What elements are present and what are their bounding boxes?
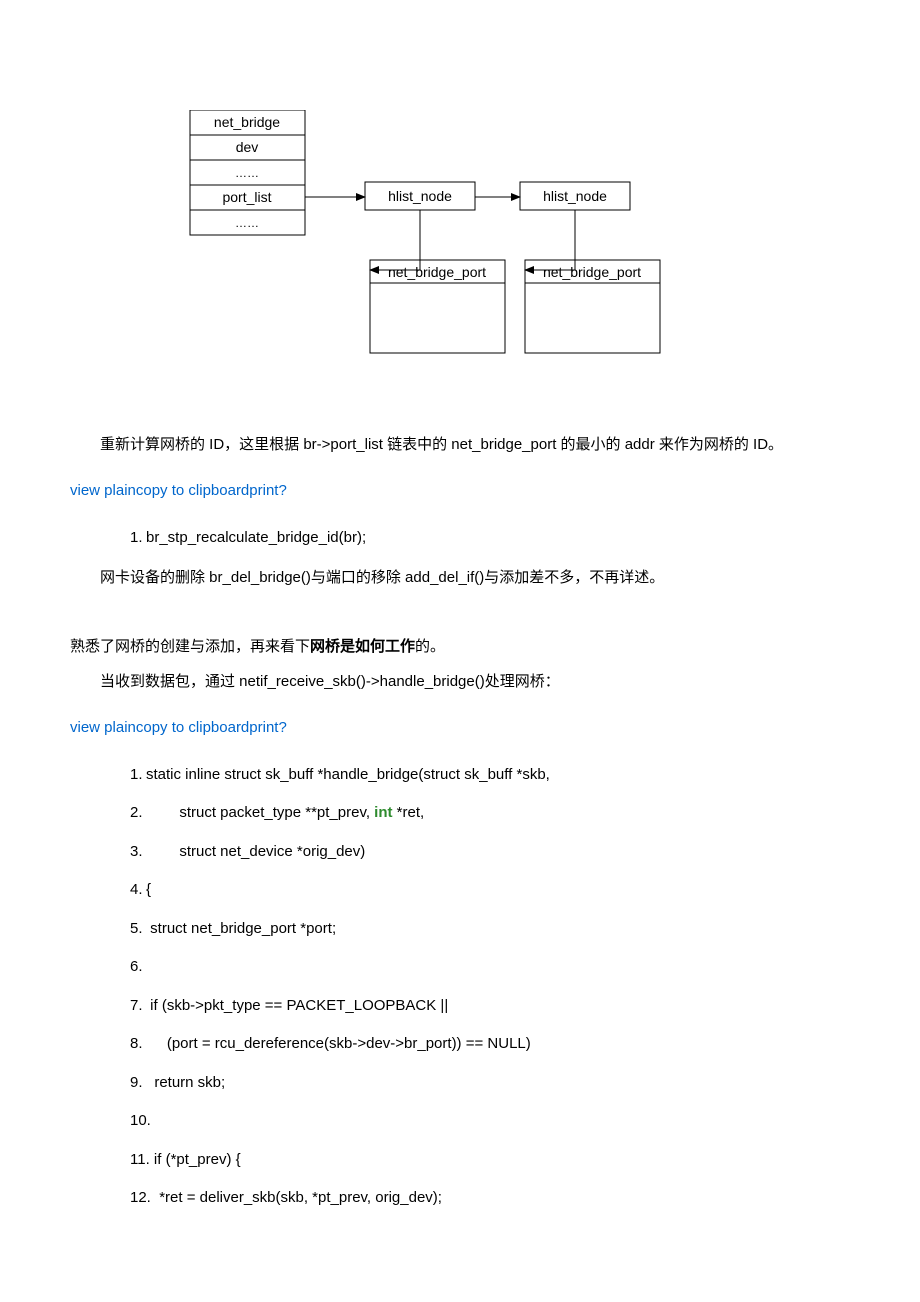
toolbar-links-1: view plaincopy to clipboardprint? — [70, 477, 850, 506]
code-text: *ret, — [393, 804, 433, 821]
paragraph-howworks: 熟悉了网桥的创建与添加，再来看下网桥是如何工作的。 — [70, 633, 850, 662]
link-print[interactable]: print — [249, 482, 278, 499]
code-text: { — [146, 881, 159, 898]
keyword-int: int — [374, 804, 392, 821]
code-text: if (*pt_prev) { — [150, 1151, 249, 1168]
data-structure-diagram: net_bridge dev …… port_list …… hlist_nod… — [180, 110, 850, 391]
paragraph-recalc: 重新计算网桥的 ID，这里根据 br->port_list 链表中的 net_b… — [70, 431, 850, 460]
paragraph-receive: 当收到数据包，通过 netif_receive_skb()->handle_br… — [70, 668, 850, 697]
diagram-svg: net_bridge dev …… port_list …… hlist_nod… — [180, 110, 750, 380]
label-hlist1: hlist_node — [388, 188, 452, 204]
code-text: if (skb->pkt_type == PACKET_LOOPBACK || — [146, 997, 457, 1014]
toolbar-links-2: view plaincopy to clipboardprint? — [70, 714, 850, 743]
link-view-plain[interactable]: view plain — [70, 719, 136, 736]
label-dots2: …… — [235, 216, 259, 230]
code-block-2: 1.static inline struct sk_buff *handle_b… — [130, 761, 850, 1213]
link-copy[interactable]: copy to clipboard — [136, 719, 249, 736]
code-text — [151, 1112, 159, 1129]
label-dots1: …… — [235, 166, 259, 180]
label-port-list: port_list — [222, 189, 271, 205]
code-text: struct net_bridge_port *port; — [146, 920, 344, 937]
label-net-bridge: net_bridge — [214, 114, 280, 130]
code-text: (port = rcu_dereference(skb->dev->br_por… — [146, 1035, 539, 1052]
label-dev: dev — [236, 139, 259, 155]
link-copy[interactable]: copy to clipboard — [136, 482, 249, 499]
code-text: br_stp_recalculate_bridge_id(br); — [146, 529, 374, 546]
code-text: return skb; — [146, 1074, 234, 1091]
code-text — [146, 958, 154, 975]
label-hlist2: hlist_node — [543, 188, 607, 204]
link-help[interactable]: ? — [278, 482, 286, 499]
label-nbp1: net_bridge_port — [388, 264, 486, 280]
paragraph-delete: 网卡设备的删除 br_del_bridge()与端口的移除 add_del_if… — [70, 564, 850, 593]
link-help[interactable]: ? — [278, 719, 286, 736]
code-text: *ret = deliver_skb(skb, *pt_prev, orig_d… — [151, 1189, 450, 1206]
code-text: struct packet_type **pt_prev, — [146, 804, 374, 821]
code-block-1: 1.br_stp_recalculate_bridge_id(br); — [130, 524, 850, 553]
label-nbp2: net_bridge_port — [543, 264, 641, 280]
code-text: struct net_device *orig_dev) — [146, 843, 374, 860]
link-print[interactable]: print — [249, 719, 278, 736]
code-text: static inline struct sk_buff *handle_bri… — [146, 766, 558, 783]
link-view-plain[interactable]: view plain — [70, 482, 136, 499]
